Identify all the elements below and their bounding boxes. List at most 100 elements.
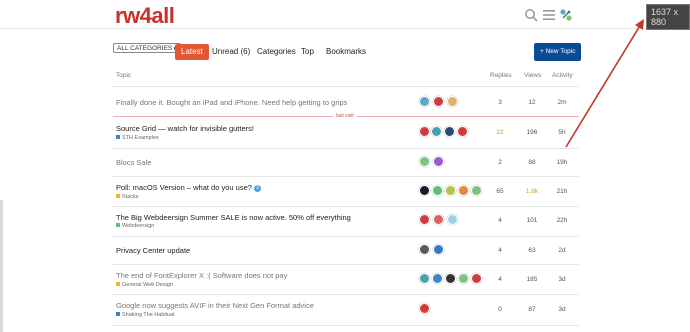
poster-avatar[interactable] [431,126,442,137]
activity-time[interactable]: 5h [547,129,577,136]
activity-time[interactable]: 22h [547,217,577,224]
poster-avatar[interactable] [433,244,444,255]
site-logo[interactable]: rw4all [115,3,175,29]
topic-title[interactable]: The Big Webdeersign Summer SALE is now a… [116,213,351,222]
poster-avatar[interactable] [471,185,482,196]
category-label: Webdeersign [122,223,155,229]
poster-avatar[interactable] [432,273,443,284]
view-count: 1.6k [525,188,539,195]
view-count: 87 [528,306,536,313]
table-row[interactable]: The end of FontExplorer X :( Software do… [113,265,579,294]
row-divider [113,325,579,326]
activity-time[interactable]: 19h [547,159,577,166]
poster-avatar[interactable] [433,214,444,225]
poster-avatar[interactable] [447,214,458,225]
topic-title[interactable]: Finally done it. Bought an iPad and iPho… [116,98,347,107]
category-color-swatch [116,194,120,198]
topic-title[interactable]: Blocs Sale [116,158,151,167]
poster-avatar[interactable] [419,96,430,107]
activity-time[interactable]: 2d [547,247,577,254]
topic-category[interactable]: General Web Design [116,282,173,288]
poster-avatar[interactable] [419,126,430,137]
new-topic-button[interactable]: + New Topic [534,43,582,61]
reply-count: 4 [498,247,502,254]
table-row[interactable]: The Big Webdeersign Summer SALE is now a… [113,207,579,236]
table-row[interactable]: Privacy Center update 4 63 2d [113,237,579,264]
poster-avatar[interactable] [419,303,430,314]
topic-category[interactable]: STH Examples [116,135,159,141]
tab-unread[interactable]: Unread (6) [206,44,256,60]
topic-title[interactable]: Google now suggests AVIF in their Next G… [116,301,314,310]
poster-avatar[interactable] [432,185,443,196]
poster-avatar[interactable] [458,273,469,284]
topic-title[interactable]: Privacy Center update [116,246,190,255]
poster-avatar[interactable] [433,96,444,107]
topic-title[interactable]: The end of FontExplorer X :( Software do… [116,271,287,280]
reply-count: 2 [498,159,502,166]
view-count: 88 [528,159,536,166]
category-color-swatch [116,312,120,316]
unread-count-badge[interactable]: 3 [253,185,261,192]
reply-count: 0 [498,306,502,313]
reply-count: 65 [496,188,504,195]
view-count: 63 [528,247,536,254]
table-row[interactable]: Finally done it. Bought an iPad and iPho… [113,88,579,116]
poster-avatar[interactable] [445,185,456,196]
dimensions-badge: 1637 x 880 [646,4,690,30]
poster-avatar[interactable] [444,126,455,137]
topic-category[interactable]: Webdeersign [116,223,154,229]
poster-avatar[interactable] [419,244,430,255]
hamburger-icon[interactable] [542,8,556,22]
category-color-swatch [116,282,120,286]
poster-avatar[interactable] [447,96,458,107]
column-views[interactable]: Views [524,72,541,79]
activity-time[interactable]: 21h [547,188,577,195]
poster-avatar[interactable] [457,126,468,137]
poster-avatar[interactable] [419,273,430,284]
poster-avatar[interactable] [471,273,482,284]
topic-nav: ALL CATEGORIES ▸ Latest Unread (6) Categ… [113,43,582,61]
column-activity[interactable]: Activity [552,72,573,79]
poster-avatar[interactable] [419,185,430,196]
column-topic[interactable]: Topic [116,72,131,79]
tab-bookmarks[interactable]: Bookmarks [320,44,372,60]
reply-count: 22 [496,129,504,136]
activity-time[interactable]: 3d [547,276,577,283]
view-count: 196 [526,129,538,136]
tab-latest[interactable]: Latest [175,44,209,60]
activity-time[interactable]: 2m [547,99,577,106]
topic-title[interactable]: Poll: macOS Version – what do you use? 3 [116,183,261,192]
category-color-swatch [116,135,120,139]
user-avatar-icon[interactable] [559,8,573,22]
activity-time[interactable]: 3d [547,306,577,313]
category-label: General Web Design [122,282,173,288]
category-label: STH Examples [122,135,159,141]
table-row[interactable]: Poll: macOS Version – what do you use? 3 … [113,177,579,206]
reply-count: 3 [498,99,502,106]
poster-avatar[interactable] [458,185,469,196]
table-row[interactable]: Blocs Sale 2 88 19h [113,149,579,176]
reply-count: 4 [498,217,502,224]
table-row[interactable]: Source Grid — watch for invisible gutter… [113,118,579,148]
category-label: Shaking The Habitual [122,312,175,318]
category-color-swatch [116,223,120,227]
topic-category[interactable]: Shaking The Habitual [116,312,175,318]
category-dropdown[interactable]: ALL CATEGORIES ▸ [113,43,182,53]
topic-title-text: Poll: macOS Version – what do you use? [116,183,252,192]
search-icon[interactable] [524,8,538,22]
view-count: 101 [526,217,538,224]
poster-avatar[interactable] [419,214,430,225]
reply-count: 4 [498,276,502,283]
poster-avatar[interactable] [445,273,456,284]
column-replies[interactable]: Replies [490,72,512,79]
header-divider [113,86,579,87]
table-row[interactable]: Google now suggests AVIF in their Next G… [113,295,579,325]
poster-avatar[interactable] [419,156,430,167]
poster-avatar[interactable] [433,156,444,167]
tab-top[interactable]: Top [295,44,320,60]
topic-title[interactable]: Source Grid — watch for invisible gutter… [116,124,254,133]
left-edge-bar [0,200,3,332]
view-count: 12 [528,99,536,106]
topic-category[interactable]: Stacks [116,194,139,200]
site-header: rw4all 1637 x 880 [0,0,690,30]
